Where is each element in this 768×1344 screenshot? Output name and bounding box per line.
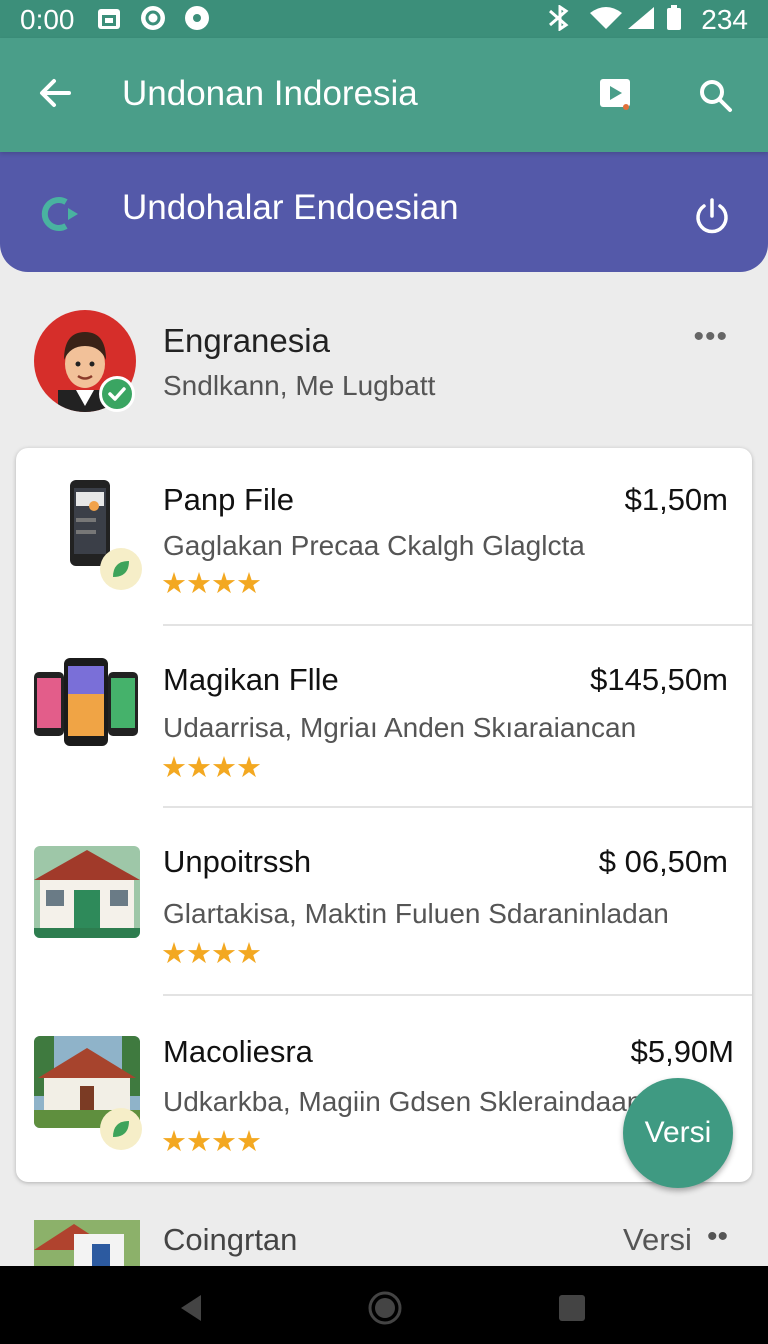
section-banner: Undohalar Endoesian xyxy=(0,150,768,272)
item-name: Magikan Flle xyxy=(163,662,339,697)
back-button[interactable] xyxy=(28,66,82,120)
listing-card: Panp File $1,50m Gaglakan Precaa Ckalgh … xyxy=(16,448,752,1182)
record-icon xyxy=(185,6,209,30)
refresh-logo-icon xyxy=(41,197,78,231)
search-button[interactable] xyxy=(690,70,740,120)
verified-badge xyxy=(99,376,135,412)
checkmark-icon xyxy=(108,387,126,401)
item-description: Udaarrisa, Mgriaı Anden Skıaraiancan xyxy=(163,712,637,743)
leaf-icon xyxy=(113,561,129,577)
versi-fab-button[interactable]: Versi xyxy=(623,1078,733,1188)
nav-recents-button[interactable] xyxy=(550,1286,594,1330)
item-name: Panp File xyxy=(163,482,294,517)
star-rating: ★★★★ xyxy=(161,568,262,600)
item-name: Macoliesra xyxy=(163,1034,313,1069)
triangle-back-icon xyxy=(181,1295,201,1321)
status-battery-level: 234 xyxy=(701,4,748,35)
phones-group-icon xyxy=(34,658,138,746)
item-price: $1,50m xyxy=(624,482,728,517)
leaf-icon xyxy=(113,1121,129,1137)
calendar-icon xyxy=(98,9,120,29)
status-bar: 0:00 234 xyxy=(0,0,768,38)
messenger-icon xyxy=(141,6,165,30)
item-thumbnail xyxy=(34,1220,140,1268)
more-options-button[interactable]: •• xyxy=(707,1220,728,1254)
list-item[interactable]: Unpoitrssh $ 06,50m Glartakisa, Maktin F… xyxy=(16,808,752,994)
item-thumbnail xyxy=(34,846,140,938)
star-rating: ★★★★ xyxy=(161,752,262,784)
profile-name: Engranesia xyxy=(163,322,330,359)
item-name: Coingrtan xyxy=(163,1222,298,1257)
banner-title: Undohalar Endoesian xyxy=(122,188,459,227)
item-name: Unpoitrssh xyxy=(163,844,312,879)
item-badge xyxy=(100,548,142,590)
item-price: $5,90M xyxy=(630,1034,734,1069)
house-photo-icon xyxy=(34,1220,140,1268)
app-bar: Undonan Indoresia xyxy=(0,38,768,152)
status-time: 0:00 xyxy=(20,4,75,35)
app-bar-title: Undonan Indoresia xyxy=(122,74,418,113)
item-price: $145,50m xyxy=(590,662,728,697)
item-description: Udkarkba, Magiin Gdsen Skleraindaan xyxy=(163,1086,643,1117)
nav-back-button[interactable] xyxy=(170,1286,214,1330)
bluetooth-icon xyxy=(549,5,569,31)
search-icon xyxy=(700,80,732,112)
star-rating: ★★★★ xyxy=(161,1126,262,1158)
list-item[interactable]: Panp File $1,50m Gaglakan Precaa Ckalgh … xyxy=(16,448,752,624)
play-video-icon xyxy=(600,79,630,110)
profile-subtitle: Sndlkann, Me Lugbatt xyxy=(163,370,436,401)
item-thumbnail xyxy=(30,654,142,750)
item-badge xyxy=(100,1108,142,1150)
more-options-button[interactable]: ••• xyxy=(693,320,728,354)
power-icon xyxy=(696,198,728,234)
item-price: $ 06,50m xyxy=(598,844,728,879)
item-version: Versi xyxy=(623,1222,692,1257)
building-photo-icon xyxy=(34,846,140,938)
item-description: Gaglakan Precaa Ckalgh Glaglcta xyxy=(163,530,585,561)
navigation-bar xyxy=(0,1266,768,1344)
square-recents-icon xyxy=(559,1295,585,1321)
list-item[interactable]: Magikan Flle $145,50m Udaarrisa, Mgriaı … xyxy=(16,626,752,808)
home-circle-icon xyxy=(368,1291,402,1325)
nav-home-button[interactable] xyxy=(363,1286,407,1330)
battery-icon xyxy=(667,5,681,30)
wifi-icon xyxy=(590,7,622,29)
back-arrow-icon xyxy=(40,79,71,107)
item-description: Glartakisa, Maktin Fuluen Sdaraninladan xyxy=(163,898,669,929)
play-video-button[interactable] xyxy=(592,70,640,118)
list-item-partial[interactable]: Coingrtan Versi •• xyxy=(0,1210,768,1268)
signal-icon xyxy=(628,7,654,29)
star-rating: ★★★★ xyxy=(161,938,262,970)
power-button[interactable] xyxy=(688,192,736,240)
